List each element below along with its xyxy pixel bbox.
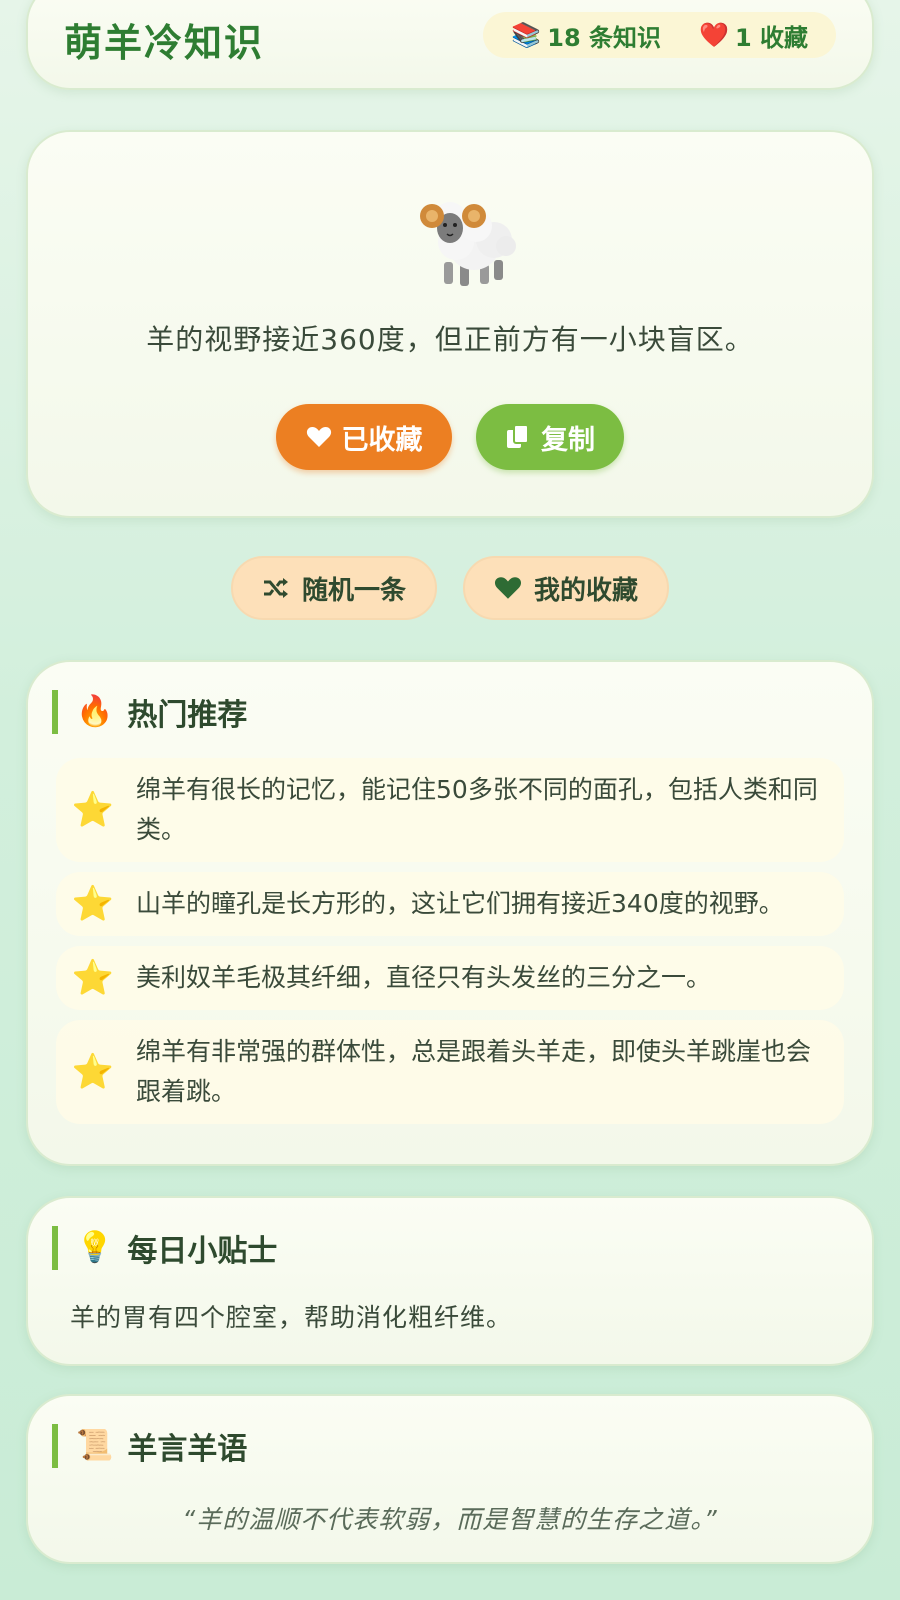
copy-button-label: 复制 (541, 424, 595, 456)
knowledge-count: 📚 18 条知识 (511, 18, 661, 53)
hot-section: 🔥 热门推荐 ⭐ 绵羊有很长的记忆，能记住50多张不同的面孔，包括人类和同类。 … (26, 660, 874, 1166)
fact-card: 羊的视野接近360度，但正前方有一小块盲区。 已收藏 复制 (26, 130, 874, 518)
tip-section: 💡 每日小贴士 羊的胃有四个腔室，帮助消化粗纤维。 (26, 1196, 874, 1366)
hot-item-text: 美利奴羊毛极其纤细，直径只有头发丝的三分之一。 (136, 963, 712, 992)
shuffle-icon (263, 578, 288, 598)
knowledge-count-label: 18 条知识 (547, 23, 662, 52)
scroll-icon: 📜 (76, 1428, 114, 1463)
star-icon: ⭐ (71, 790, 115, 830)
copy-button[interactable]: 复制 (476, 404, 624, 470)
favorites-count-label: 1 收藏 (734, 23, 808, 52)
star-icon: ⭐ (71, 884, 115, 924)
hot-item-text: 绵羊有非常强的群体性，总是跟着头羊走，即使头羊跳崖也会跟着跳。 (136, 1037, 812, 1106)
tip-section-title: 💡 每日小贴士 (52, 1226, 277, 1270)
favorite-button[interactable]: 已收藏 (276, 404, 452, 470)
hot-item-text: 山羊的瞳孔是长方形的，这让它们拥有接近340度的视野。 (136, 889, 784, 918)
stats-pill: 📚 18 条知识 ❤️ 1 收藏 (483, 12, 836, 58)
random-button-label: 随机一条 (301, 575, 406, 606)
sheep-icon (420, 202, 516, 286)
action-row: 随机一条 我的收藏 (0, 556, 900, 620)
heart-icon: ❤️ (699, 21, 729, 49)
header-card: 萌羊冷知识 📚 18 条知识 ❤️ 1 收藏 (26, 0, 874, 90)
random-button[interactable]: 随机一条 (231, 556, 437, 620)
tip-section-title-label: 每日小贴士 (127, 1234, 278, 1269)
hot-section-title-label: 热门推荐 (127, 698, 248, 733)
books-icon: 📚 (511, 21, 542, 49)
quote-section-title-label: 羊言羊语 (127, 1432, 248, 1467)
quote-section: 📜 羊言羊语 “羊的温顺不代表软弱，而是智慧的生存之道。” (26, 1394, 874, 1564)
app-title: 萌羊冷知识 (64, 21, 265, 65)
favorites-count: ❤️ 1 收藏 (699, 18, 808, 53)
fact-text: 羊的视野接近360度，但正前方有一小块盲区。 (146, 323, 754, 356)
hot-item[interactable]: ⭐ 美利奴羊毛极其纤细，直径只有头发丝的三分之一。 (56, 946, 844, 1010)
fact-buttons: 已收藏 复制 (28, 404, 872, 470)
hot-section-title: 🔥 热门推荐 (52, 690, 247, 734)
hot-list: ⭐ 绵羊有很长的记忆，能记住50多张不同的面孔，包括人类和同类。 ⭐ 山羊的瞳孔… (56, 758, 844, 1134)
my-favorites-button-label: 我的收藏 (533, 575, 638, 606)
heart-icon (306, 427, 331, 447)
tip-text: 羊的胃有四个腔室，帮助消化粗纤维。 (70, 1303, 513, 1332)
copy-icon (507, 424, 529, 448)
fire-icon: 🔥 (76, 694, 114, 729)
heart-icon (494, 577, 522, 599)
favorite-button-label: 已收藏 (341, 424, 423, 456)
quote-section-title: 📜 羊言羊语 (52, 1424, 247, 1468)
hot-item[interactable]: ⭐ 绵羊有非常强的群体性，总是跟着头羊走，即使头羊跳崖也会跟着跳。 (56, 1020, 844, 1124)
star-icon: ⭐ (71, 1052, 115, 1092)
my-favorites-button[interactable]: 我的收藏 (463, 556, 669, 620)
star-icon: ⭐ (71, 958, 115, 998)
lightbulb-icon: 💡 (76, 1230, 114, 1265)
hot-item[interactable]: ⭐ 山羊的瞳孔是长方形的，这让它们拥有接近340度的视野。 (56, 872, 844, 936)
hot-item-text: 绵羊有很长的记忆，能记住50多张不同的面孔，包括人类和同类。 (136, 775, 818, 844)
quote-text: “羊的温顺不代表软弱，而是智慧的生存之道。” (182, 1505, 718, 1534)
hot-item[interactable]: ⭐ 绵羊有很长的记忆，能记住50多张不同的面孔，包括人类和同类。 (56, 758, 844, 862)
